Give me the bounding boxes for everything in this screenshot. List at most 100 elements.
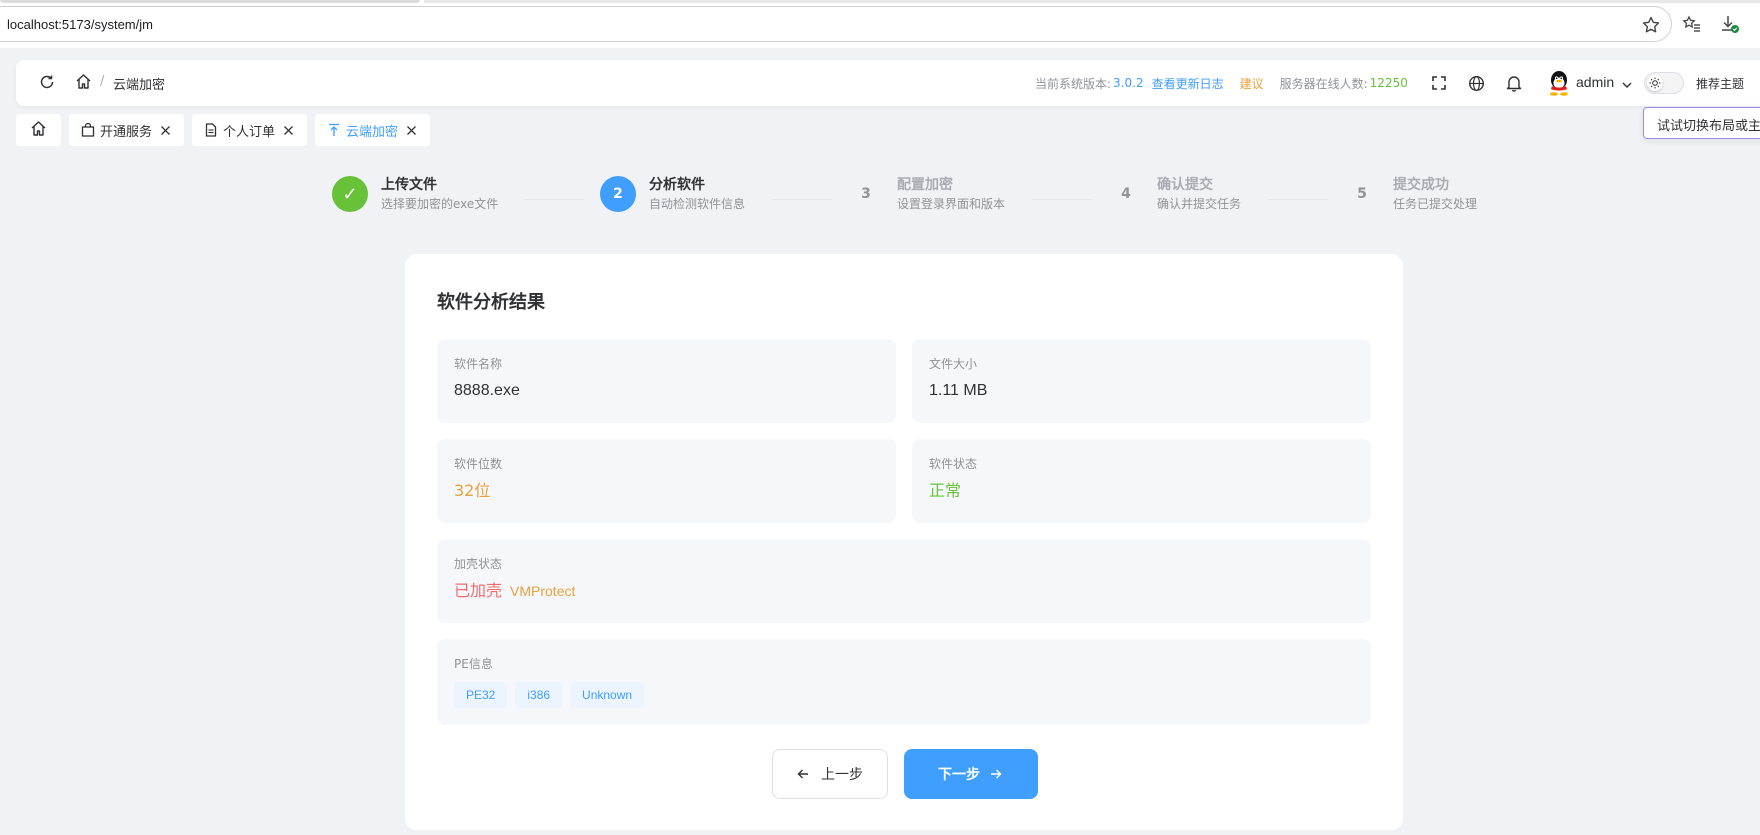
document-icon bbox=[204, 123, 218, 137]
sun-icon bbox=[1647, 75, 1663, 91]
close-icon[interactable] bbox=[283, 124, 295, 136]
pack-status-row: 已加壳 VMProtect bbox=[454, 581, 1354, 601]
tab-personal-orders[interactable]: 个人订单 bbox=[192, 114, 308, 146]
language-globe-icon[interactable] bbox=[1466, 73, 1486, 93]
refresh-icon[interactable] bbox=[38, 73, 58, 93]
step-title: 分析软件 bbox=[649, 177, 705, 193]
bell-notification-icon[interactable] bbox=[1504, 73, 1524, 93]
software-bits-value: 32位 bbox=[454, 481, 491, 500]
progress-steps: ✓ 上传文件 选择要加密的exe文件 2 分析软件 自动检测软件信息 3 配置加… bbox=[0, 175, 1760, 225]
pe-tag: Unknown bbox=[570, 682, 645, 708]
browser-toolbar: localhost:5173/system/jm bbox=[0, 0, 1760, 48]
step-desc: 自动检测软件信息 bbox=[649, 197, 746, 211]
tab-label: 开通服务 bbox=[100, 124, 153, 140]
analysis-result-card: 软件分析结果 软件名称 8888.exe 文件大小 1.11 MB 软件位数 3… bbox=[405, 254, 1403, 830]
step-desc: 设置登录界面和版本 bbox=[897, 197, 1006, 211]
tab-open-service[interactable]: 开通服务 bbox=[69, 114, 185, 146]
pack-status-label: 加壳状态 bbox=[454, 557, 503, 571]
pe-tags: PE32 i386 Unknown bbox=[454, 682, 1354, 708]
next-step-label: 下一步 bbox=[938, 767, 980, 783]
shopping-bag-icon bbox=[81, 123, 95, 137]
step-configure: 3 配置加密 设置登录界面和版本 bbox=[848, 175, 1005, 213]
pe-info-label: PE信息 bbox=[454, 657, 493, 671]
step-number: 2 bbox=[600, 176, 636, 212]
app-header: / 云端加密 当前系统版本: 3.0.2 查看更新日志 建议 服务器在线人数: … bbox=[16, 60, 1760, 106]
upload-icon bbox=[327, 123, 341, 137]
tab-home[interactable] bbox=[16, 114, 61, 146]
pe-info-box: PE信息 PE32 i386 Unknown bbox=[437, 639, 1371, 725]
breadcrumb-separator: / bbox=[100, 74, 105, 89]
version-value: 3.0.2 bbox=[1113, 76, 1144, 90]
software-name-box: 软件名称 8888.exe bbox=[437, 339, 896, 423]
software-bits-box: 软件位数 32位 bbox=[437, 439, 896, 523]
layout-tip-popover: 试试切换布局或主 bbox=[1643, 107, 1760, 139]
software-name-label: 软件名称 bbox=[454, 357, 503, 371]
step-connector bbox=[772, 199, 832, 200]
step-desc: 确认并提交任务 bbox=[1157, 197, 1242, 211]
home-icon[interactable] bbox=[75, 73, 95, 93]
step-confirm: 4 确认提交 确认并提交任务 bbox=[1108, 175, 1241, 213]
pe-tag: PE32 bbox=[454, 682, 508, 708]
software-status-box: 软件状态 正常 bbox=[912, 439, 1371, 523]
step-number: 5 bbox=[1344, 176, 1380, 212]
favorites-list-icon[interactable] bbox=[1680, 12, 1704, 36]
recommend-theme-button[interactable]: 推荐主题 bbox=[1696, 75, 1744, 92]
step-connector bbox=[1268, 199, 1328, 200]
pe-tag: i386 bbox=[515, 682, 563, 708]
step-upload: ✓ 上传文件 选择要加密的exe文件 bbox=[332, 175, 498, 213]
header-info: 当前系统版本: 3.0.2 查看更新日志 建议 服务器在线人数: 12250 bbox=[1035, 60, 1408, 106]
software-status-label: 软件状态 bbox=[929, 457, 978, 471]
version-label: 当前系统版本: bbox=[1035, 76, 1112, 91]
browser-tab-strip bbox=[0, 0, 420, 3]
software-bits-label: 软件位数 bbox=[454, 457, 503, 471]
file-size-box: 文件大小 1.11 MB bbox=[912, 339, 1371, 423]
software-status-value: 正常 bbox=[929, 481, 962, 500]
changelog-link[interactable]: 查看更新日志 bbox=[1152, 75, 1224, 92]
user-avatar[interactable] bbox=[1547, 70, 1571, 96]
file-size-label: 文件大小 bbox=[929, 357, 978, 371]
pack-status-box: 加壳状态 已加壳 VMProtect bbox=[437, 539, 1371, 623]
check-icon: ✓ bbox=[332, 176, 368, 212]
next-step-button[interactable]: 下一步 bbox=[904, 749, 1038, 799]
pack-status-value: 已加壳 bbox=[454, 581, 503, 600]
step-title: 提交成功 bbox=[1393, 177, 1449, 193]
prev-step-button[interactable]: 上一步 bbox=[772, 749, 888, 799]
breadcrumb-current: 云端加密 bbox=[113, 78, 166, 93]
file-size-value: 1.11 MB bbox=[929, 382, 988, 399]
home-icon bbox=[30, 120, 47, 141]
step-title: 配置加密 bbox=[897, 177, 953, 193]
arrow-left-icon bbox=[797, 767, 811, 781]
address-text[interactable]: localhost:5173/system/jm bbox=[7, 17, 153, 32]
step-connector bbox=[524, 199, 584, 200]
theme-toggle[interactable] bbox=[1644, 72, 1684, 94]
fullscreen-icon[interactable] bbox=[1429, 73, 1449, 93]
software-name-value: 8888.exe bbox=[454, 382, 520, 399]
chevron-down-icon[interactable] bbox=[1621, 76, 1633, 88]
card-title: 软件分析结果 bbox=[437, 292, 545, 313]
online-label: 服务器在线人数: bbox=[1279, 76, 1368, 91]
close-icon[interactable] bbox=[160, 124, 172, 136]
step-title: 确认提交 bbox=[1157, 177, 1213, 193]
tab-cloud-encrypt[interactable]: 云端加密 bbox=[315, 114, 431, 146]
online-count: 12250 bbox=[1369, 76, 1408, 90]
close-icon[interactable] bbox=[406, 124, 418, 136]
step-desc: 任务已提交处理 bbox=[1393, 197, 1478, 211]
step-success: 5 提交成功 任务已提交处理 bbox=[1344, 175, 1477, 213]
arrow-right-icon bbox=[990, 767, 1004, 781]
step-number: 3 bbox=[848, 176, 884, 212]
suggestion-link[interactable]: 建议 bbox=[1240, 75, 1264, 92]
prev-step-label: 上一步 bbox=[821, 767, 863, 783]
step-title: 上传文件 bbox=[381, 177, 437, 193]
bookmark-star-icon[interactable] bbox=[1641, 15, 1661, 35]
download-icon[interactable] bbox=[1718, 12, 1742, 36]
step-number: 4 bbox=[1108, 176, 1144, 212]
user-name[interactable]: admin bbox=[1576, 74, 1614, 90]
tab-label: 个人订单 bbox=[223, 124, 276, 140]
step-connector bbox=[1032, 199, 1092, 200]
packer-name: VMProtect bbox=[510, 583, 576, 599]
address-bar[interactable]: localhost:5173/system/jm bbox=[0, 6, 1672, 42]
tab-label: 云端加密 bbox=[346, 124, 399, 140]
browser-tab-strip-rest bbox=[424, 0, 1760, 3]
step-analyze: 2 分析软件 自动检测软件信息 bbox=[600, 175, 745, 213]
step-desc: 选择要加密的exe文件 bbox=[381, 197, 499, 211]
